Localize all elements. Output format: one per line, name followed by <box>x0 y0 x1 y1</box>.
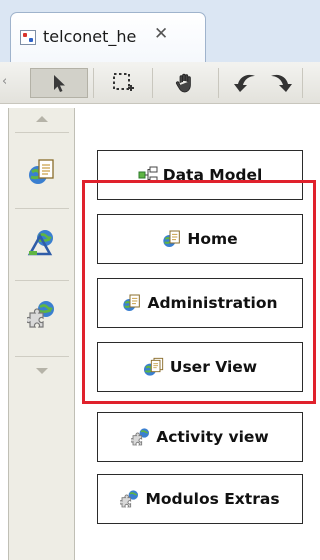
curved-arrow-left-icon <box>234 74 255 92</box>
puzzle-icon <box>131 428 150 446</box>
palette-sidebar <box>8 108 75 560</box>
palette-toolbar: ‹ <box>0 62 320 104</box>
forward-tool-button[interactable] <box>262 68 298 98</box>
curved-arrow-right-icon <box>271 74 292 92</box>
node-activity-view[interactable]: Activity view <box>97 412 303 462</box>
node-label: Activity view <box>156 428 269 446</box>
puzzle-icon <box>120 490 139 508</box>
globe-puzzle-icon <box>26 301 54 328</box>
diagram-file-icon <box>20 30 36 45</box>
hand-icon <box>175 73 191 93</box>
palette-item-page[interactable] <box>9 142 74 202</box>
marquee-tool-button[interactable] <box>100 68 146 98</box>
palette-scroll-up[interactable] <box>9 108 74 130</box>
arrow-pointer-icon <box>54 75 65 92</box>
palette-scroll-down[interactable] <box>9 360 74 382</box>
globe-page-icon <box>28 159 54 184</box>
highlight-frame <box>82 180 316 404</box>
marquee-icon <box>113 73 134 91</box>
node-modulos-extras[interactable]: Modulos Extras <box>97 474 303 524</box>
tab-title: telconet_he <box>43 27 137 46</box>
select-tool-button[interactable] <box>30 68 88 98</box>
chevron-left-icon[interactable]: ‹ <box>2 74 7 89</box>
back-tool-button[interactable] <box>228 68 264 98</box>
close-icon[interactable]: ✕ <box>154 24 168 44</box>
editor-tab-strip: telconet_he ✕ <box>0 0 320 62</box>
chevron-up-icon <box>35 116 48 122</box>
globe-triangle-icon <box>27 230 53 256</box>
node-label: Modulos Extras <box>145 490 280 508</box>
editor-tab[interactable]: telconet_he ✕ <box>10 12 206 62</box>
chevron-down-icon <box>35 368 48 374</box>
palette-item-puzzle[interactable] <box>9 284 74 344</box>
palette-item-triangle[interactable] <box>9 212 74 272</box>
pan-tool-button[interactable] <box>160 68 210 98</box>
